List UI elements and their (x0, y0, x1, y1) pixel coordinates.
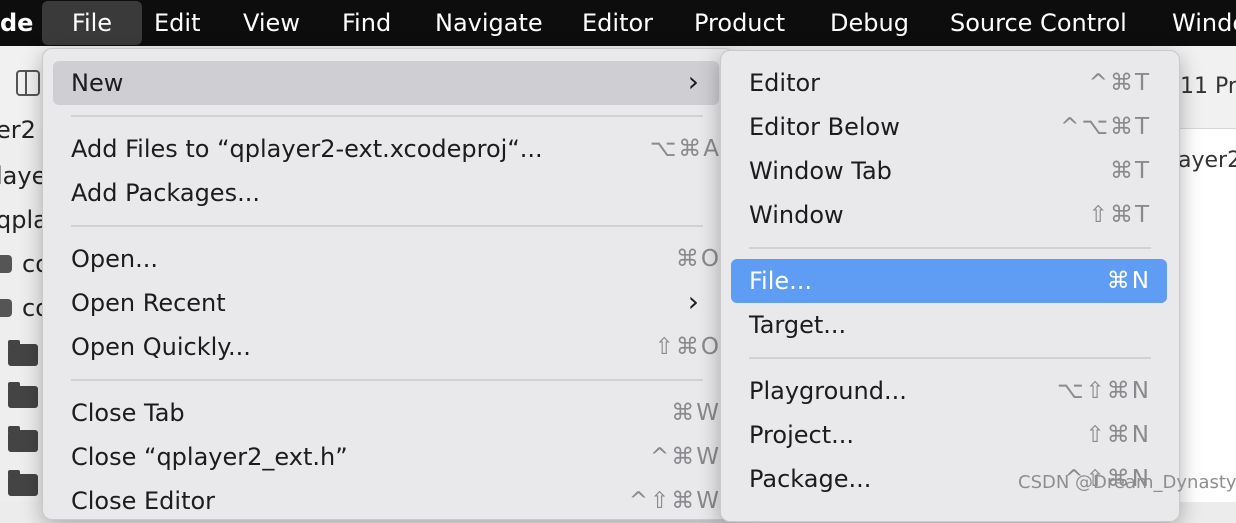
file-icon (0, 255, 12, 273)
menu-item-open[interactable]: Open... ⌘O (53, 237, 719, 281)
menu-item-shortcut: ^⌘W (649, 444, 721, 470)
folder-icon (8, 340, 38, 366)
menubar-debug[interactable]: Debug (830, 0, 909, 46)
menu-item-close-tab[interactable]: Close Tab ⌘W (53, 391, 719, 435)
folder-icon (8, 470, 38, 496)
chevron-right-icon: › (687, 285, 699, 318)
navigator-item-label[interactable]: laye (0, 162, 46, 190)
menubar-edit[interactable]: Edit (154, 0, 200, 46)
menu-item-shortcut: ⌘W (671, 400, 721, 426)
submenu-item-editor-below[interactable]: Editor Below ^⌥⌘T (731, 105, 1167, 149)
submenu-item-playground[interactable]: Playground... ⌥⇧⌘N (731, 369, 1167, 413)
menu-item-shortcut: ^⌘T (1088, 70, 1151, 96)
menu-item-open-quickly[interactable]: Open Quickly... ⇧⌘O (53, 325, 719, 369)
menu-item-shortcut: ^⌥⌘T (1060, 114, 1151, 140)
folder-icon (8, 426, 38, 452)
menu-item-label: Close Tab (71, 399, 185, 427)
menu-bar: de File Edit View Find Navigate Editor P… (0, 0, 1236, 46)
menu-item-label: Close Editor (71, 487, 216, 515)
menu-item-label: Target... (749, 311, 847, 339)
submenu-item-window-tab[interactable]: Window Tab ⌘T (731, 149, 1167, 193)
menu-item-label: Project... (749, 421, 854, 449)
navigator-item-label[interactable]: er2 (0, 116, 36, 144)
menu-item-shortcut: ⇧⌘T (1088, 202, 1151, 228)
menubar-find[interactable]: Find (342, 0, 391, 46)
watermark: CSDN @Dream_Dynasty (1018, 472, 1236, 493)
menu-separator (749, 247, 1151, 249)
menu-item-label: Editor (749, 69, 821, 97)
menu-item-label: Playground... (749, 377, 907, 405)
menu-separator (71, 225, 703, 227)
menu-item-close-file[interactable]: Close “qplayer2_ext.h” ^⌘W (53, 435, 719, 479)
sidebar-toggle-icon[interactable] (16, 70, 40, 96)
menu-item-shortcut: ^⇧⌘W (628, 488, 721, 514)
menubar-view[interactable]: View (243, 0, 300, 46)
menu-item-add-files[interactable]: Add Files to “qplayer2-ext.xcodeproj“...… (53, 127, 719, 171)
new-submenu: Editor ^⌘T Editor Below ^⌥⌘T Window Tab … (720, 50, 1180, 522)
file-menu: New › Add Files to “qplayer2-ext.xcodepr… (42, 48, 734, 520)
menubar-product[interactable]: Product (694, 0, 785, 46)
menubar-source-control[interactable]: Source Control (950, 0, 1127, 46)
submenu-item-file[interactable]: File... ⌘N (731, 259, 1167, 303)
menu-item-shortcut: ⌘O (675, 246, 721, 272)
chevron-right-icon: › (687, 65, 699, 98)
menu-item-shortcut: ⌘T (1109, 158, 1151, 184)
project-navigator: er2 laye qpla co co (0, 116, 50, 502)
menu-item-shortcut: ⌘N (1106, 268, 1151, 294)
editor-path-label: ayer2- (1178, 148, 1236, 173)
menu-item-shortcut: ⌥⇧⌘N (1057, 378, 1151, 404)
menu-item-shortcut: ⌥⌘A (649, 136, 721, 162)
menu-item-shortcut: ⇧⌘N (1085, 422, 1151, 448)
menubar-editor[interactable]: Editor (582, 0, 653, 46)
navigator-item-label[interactable]: qpla (0, 206, 48, 234)
menu-item-label: Package... (749, 465, 872, 493)
menu-separator (71, 115, 703, 117)
submenu-item-project[interactable]: Project... ⇧⌘N (731, 413, 1167, 457)
menu-separator (749, 357, 1151, 359)
submenu-item-window[interactable]: Window ⇧⌘T (731, 193, 1167, 237)
menu-item-label: Add Files to “qplayer2-ext.xcodeproj“... (71, 135, 543, 163)
menubar-app-name[interactable]: de (0, 0, 33, 46)
menu-item-new[interactable]: New › (53, 61, 719, 105)
menubar-navigate[interactable]: Navigate (435, 0, 543, 46)
menubar-window[interactable]: Winde (1172, 0, 1236, 46)
menu-item-label: Open Recent (71, 289, 226, 317)
menu-item-label: Editor Below (749, 113, 900, 141)
menu-item-close-editor[interactable]: Close Editor ^⇧⌘W (53, 479, 719, 523)
menu-item-add-packages[interactable]: Add Packages... (53, 171, 719, 215)
menu-item-label: Close “qplayer2_ext.h” (71, 443, 348, 471)
editor-tab-label[interactable]: 11 Pr (1180, 74, 1236, 99)
menubar-file[interactable]: File (42, 1, 142, 45)
menu-item-label: Window Tab (749, 157, 892, 185)
menu-item-label: Window (749, 201, 844, 229)
menu-separator (71, 379, 703, 381)
menu-item-label: File... (749, 267, 813, 295)
menu-item-label: Open Quickly... (71, 333, 251, 361)
file-icon (0, 299, 12, 317)
menu-item-open-recent[interactable]: Open Recent › (53, 281, 719, 325)
menu-item-shortcut: ⇧⌘O (654, 334, 721, 360)
menu-item-label: New (71, 69, 124, 97)
menu-item-label: Open... (71, 245, 158, 273)
submenu-item-editor[interactable]: Editor ^⌘T (731, 61, 1167, 105)
folder-icon (8, 382, 38, 408)
submenu-item-target[interactable]: Target... (731, 303, 1167, 347)
menu-item-label: Add Packages... (71, 179, 260, 207)
